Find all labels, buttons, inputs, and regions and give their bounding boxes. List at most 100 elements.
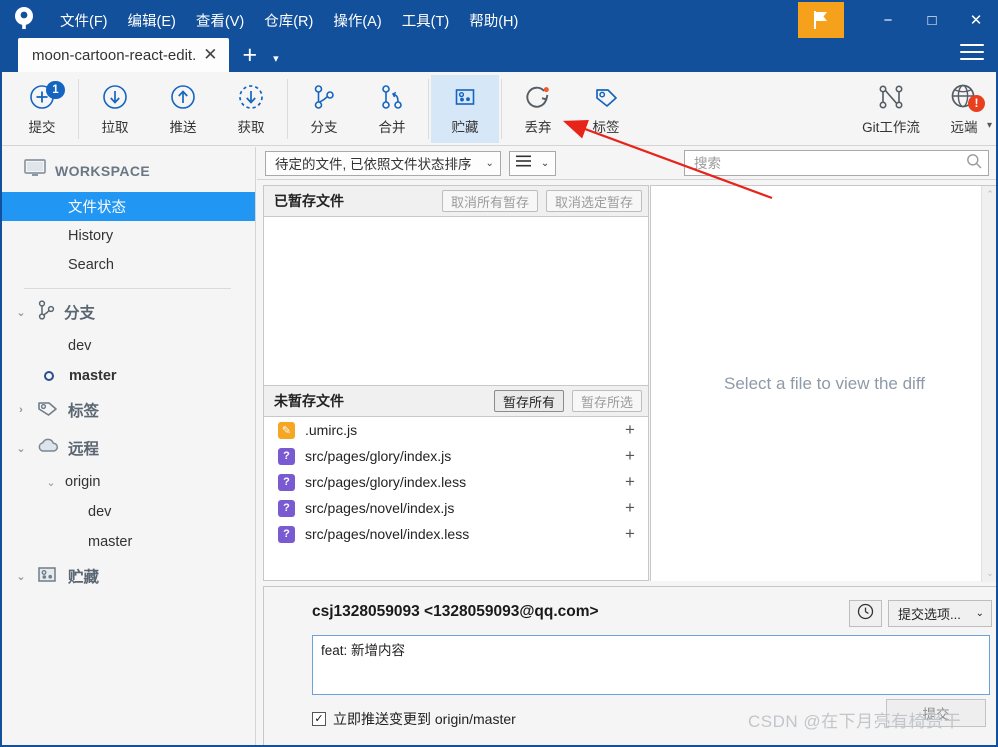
maximize-button[interactable]: □ — [910, 2, 954, 38]
toolbar-push-label: 推送 — [169, 120, 197, 135]
toolbar-fetch[interactable]: 获取 — [217, 75, 285, 143]
toolbar-stash[interactable]: 贮藏 — [431, 74, 499, 143]
chevron-right-icon[interactable]: › — [14, 404, 28, 416]
tag-icon — [590, 81, 622, 113]
sidebar-item-history[interactable]: History — [0, 221, 255, 250]
stage-all-button[interactable]: 暂存所有 — [493, 390, 564, 412]
current-branch-icon — [44, 371, 54, 381]
stage-file-button[interactable]: + — [620, 498, 640, 518]
menu-actions[interactable]: 操作(A) — [323, 7, 391, 34]
minimize-button[interactable]: − — [866, 2, 910, 38]
sidebar-workspace-label: WORKSPACE — [55, 162, 151, 179]
commit-message-input[interactable] — [312, 635, 990, 695]
sidebar-branch-master[interactable]: master — [0, 361, 255, 391]
discard-reset-icon — [522, 81, 554, 113]
stage-file-button[interactable]: + — [620, 420, 640, 440]
toolbar-discard[interactable]: 丢弃 — [504, 75, 572, 143]
commit-history-button[interactable] — [849, 600, 882, 627]
sidebar-group-branches[interactable]: ⌄ 分支 — [0, 293, 255, 331]
sidebar-item-label: 文件状态 — [68, 200, 126, 216]
sidebar-branch-dev[interactable]: dev — [0, 331, 255, 361]
table-row[interactable]: ✎ .umirc.js + — [264, 417, 648, 443]
search-input[interactable] — [694, 155, 966, 171]
remote-branch-name: dev — [88, 504, 112, 520]
toolbar-pull[interactable]: 拉取 — [81, 75, 149, 143]
stage-selected-button[interactable]: 暂存所选 — [571, 390, 642, 412]
table-row[interactable]: ? src/pages/glory/index.less + — [264, 469, 648, 495]
toolbar-separator — [428, 78, 429, 139]
search-icon[interactable] — [966, 153, 982, 174]
pull-down-arrow-icon — [100, 81, 130, 113]
fetch-dashed-arrow-icon — [236, 81, 266, 113]
sidebar-remote-origin[interactable]: ⌄ origin — [0, 467, 255, 497]
toolbar-commit[interactable]: 1 提交 — [8, 75, 76, 143]
push-immediately-label: 立即推送变更到 origin/master — [333, 711, 516, 727]
unstage-selected-button[interactable]: 取消选定暂存 — [545, 190, 642, 212]
sidebar-group-stashes[interactable]: ⌄ 贮藏 — [0, 557, 255, 595]
search-box[interactable] — [684, 150, 989, 176]
file-name: src/pages/novel/index.less — [305, 526, 470, 542]
sidebar-group-remotes[interactable]: ⌄ 远程 — [0, 429, 255, 467]
cloud-icon — [36, 436, 60, 461]
branch-icon — [36, 299, 56, 326]
new-tab-button[interactable]: + — [243, 43, 258, 72]
unstage-all-button[interactable]: 取消所有暂存 — [441, 190, 538, 212]
tab-label: moon-cartoon-react-edit. — [32, 46, 197, 64]
toolbar-separator — [78, 78, 79, 139]
app-window: 文件(F) 编辑(E) 查看(V) 仓库(R) 操作(A) 工具(T) 帮助(H… — [0, 0, 998, 747]
sidebar-group-tags[interactable]: › 标签 — [0, 391, 255, 429]
remote-name: origin — [65, 474, 101, 490]
window-controls: − □ ✕ — [798, 0, 998, 40]
chevron-down-icon[interactable]: ⌄ — [14, 306, 28, 319]
sidebar-item-search[interactable]: Search — [0, 250, 255, 279]
modified-file-icon: ✎ — [278, 421, 295, 439]
list-view-icon — [515, 155, 531, 171]
commit-button[interactable]: 提交 — [886, 699, 986, 727]
flag-icon[interactable] — [798, 2, 844, 38]
sidebar-item-file-status[interactable]: 文件状态 — [0, 192, 255, 221]
stage-file-button[interactable]: + — [620, 472, 640, 492]
push-immediately-checkbox[interactable]: ✓ — [312, 712, 326, 726]
toolbar-push[interactable]: 推送 — [149, 75, 217, 143]
menu-view[interactable]: 查看(V) — [186, 7, 254, 34]
tab-repository[interactable]: moon-cartoon-react-edit. ✕ — [18, 38, 229, 72]
toolbar-overflow-icon[interactable]: ▾ — [987, 120, 992, 131]
close-button[interactable]: ✕ — [954, 2, 998, 38]
clock-icon — [857, 603, 874, 625]
sidebar-remote-branch-dev[interactable]: dev — [0, 497, 255, 527]
chevron-down-icon: ⌄ — [975, 608, 984, 619]
sidebar-remote-branch-master[interactable]: master — [0, 527, 255, 557]
chevron-down-icon[interactable]: ▾ — [273, 52, 279, 72]
push-immediately-row[interactable]: ✓ 立即推送变更到 origin/master — [312, 709, 516, 729]
menu-file[interactable]: 文件(F) — [50, 7, 118, 34]
toolbar-gitflow[interactable]: Git工作流 — [852, 75, 930, 143]
view-mode-dropdown[interactable]: ⌄ — [508, 150, 557, 176]
monitor-icon — [24, 159, 46, 182]
hamburger-icon[interactable] — [960, 44, 984, 62]
tab-strip: moon-cartoon-react-edit. ✕ + ▾ — [18, 38, 279, 72]
table-row[interactable]: ? src/pages/novel/index.less + — [264, 521, 648, 547]
file-sort-dropdown[interactable]: 待定的文件, 已依照文件状态排序 ⌄ — [265, 150, 501, 176]
menu-edit[interactable]: 编辑(E) — [118, 7, 186, 34]
stash-icon — [450, 81, 480, 113]
commit-options-dropdown[interactable]: 提交选项... ⌄ — [888, 600, 992, 627]
remote-alert-badge: ! — [968, 94, 985, 112]
menu-repository[interactable]: 仓库(R) — [254, 7, 323, 34]
toolbar-merge[interactable]: 合并 — [358, 75, 426, 143]
toolbar-remote[interactable]: ! 远端 — [930, 75, 998, 143]
gitflow-icon — [874, 81, 908, 113]
stage-file-button[interactable]: + — [620, 524, 640, 544]
chevron-down-icon[interactable]: ⌄ — [44, 476, 58, 489]
close-icon[interactable]: ✕ — [200, 45, 220, 65]
menu-tools[interactable]: 工具(T) — [392, 7, 460, 34]
toolbar-tag[interactable]: 标签 — [572, 75, 640, 143]
table-row[interactable]: ? src/pages/novel/index.js + — [264, 495, 648, 521]
chevron-down-icon[interactable]: ⌄ — [14, 570, 28, 583]
sidebar-workspace-header: WORKSPACE — [0, 147, 255, 192]
stage-file-button[interactable]: + — [620, 446, 640, 466]
toolbar-branch[interactable]: 分支 — [290, 75, 358, 143]
branch-icon — [309, 81, 339, 113]
table-row[interactable]: ? src/pages/glory/index.js + — [264, 443, 648, 469]
menu-help[interactable]: 帮助(H) — [459, 7, 528, 34]
chevron-down-icon[interactable]: ⌄ — [14, 442, 28, 455]
